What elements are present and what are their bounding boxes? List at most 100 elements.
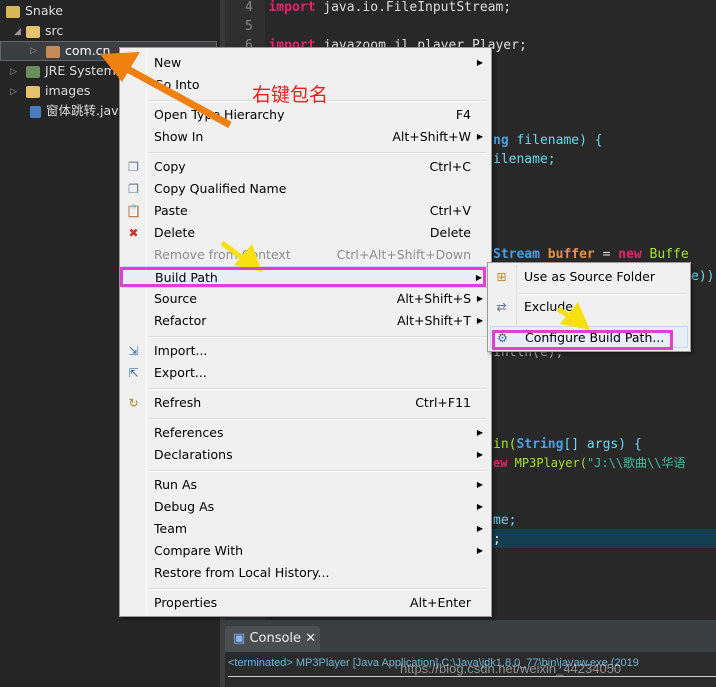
menu-item-paste[interactable]: 📋 Paste Ctrl+V <box>122 200 489 222</box>
package-icon <box>46 45 60 58</box>
menu-label: Restore from Local History... <box>154 565 330 580</box>
close-icon[interactable]: ✕ <box>305 631 316 646</box>
delete-icon: ✖ <box>128 226 139 240</box>
copy-icon: ❐ <box>128 160 139 174</box>
menu-label: Open Type Hierarchy <box>154 107 285 122</box>
code-line: 5 <box>245 19 253 34</box>
tree-label: 窗体跳转.java <box>46 103 127 118</box>
menu-shortcut: Ctrl+Alt+Shift+Down <box>336 247 471 262</box>
menu-label: Compare With <box>154 543 244 558</box>
menu-item-new[interactable]: New ▶ <box>122 52 489 74</box>
tree-item-src[interactable]: src <box>26 21 63 41</box>
menu-shortcut: Ctrl+V <box>429 203 471 218</box>
menu-shortcut: Alt+Shift+T <box>397 313 471 328</box>
menu-item-import[interactable]: ⇲ Import... <box>122 340 489 362</box>
menu-separator <box>518 293 686 295</box>
source-folder-icon <box>26 25 40 38</box>
menu-label: Refresh <box>154 395 202 410</box>
tree-item-snake[interactable]: Snake <box>6 1 63 21</box>
menu-item-properties[interactable]: Properties Alt+Enter <box>122 592 489 614</box>
collapsed-arrow-icon[interactable]: ▷ <box>30 46 37 56</box>
folder-icon <box>26 85 40 98</box>
menu-label: Refactor <box>154 313 207 328</box>
console-icon: ▣ <box>233 631 246 646</box>
menu-item-references[interactable]: References ▶ <box>122 422 489 444</box>
submenu-arrow-icon: ▶ <box>476 502 483 511</box>
menu-item-remove-from-context[interactable]: Remove from Context Ctrl+Alt+Shift+Down <box>122 244 489 266</box>
tree-label: images <box>45 83 91 98</box>
menu-label: Remove from Context <box>154 247 291 262</box>
menu-label: Source <box>154 291 197 306</box>
menu-separator <box>148 152 487 154</box>
refresh-icon: ↻ <box>128 396 139 410</box>
menu-label: Import... <box>154 343 208 358</box>
menu-label: New <box>154 55 182 70</box>
menu-item-restore-from-local-history[interactable]: Restore from Local History... <box>122 562 489 584</box>
menu-separator <box>148 336 487 338</box>
menu-item-run-as[interactable]: Run As ▶ <box>122 474 489 496</box>
code-fragment: ilename; <box>493 152 556 167</box>
menu-label: References <box>154 425 224 440</box>
menu-item-delete[interactable]: ✖ Delete Delete <box>122 222 489 244</box>
menu-label: Run As <box>154 477 198 492</box>
code-fragment: ; <box>493 532 501 547</box>
menu-label: Exclude <box>524 299 573 314</box>
menu-label: Properties <box>154 595 218 610</box>
tree-item-java-file[interactable]: 窗体跳转.java <box>30 101 126 121</box>
menu-item-declarations[interactable]: Declarations ▶ <box>122 444 489 466</box>
tree-item-images[interactable]: images <box>26 81 90 101</box>
menu-label: Show In <box>154 129 204 144</box>
submenu-item-use-as-source-folder[interactable]: ⊞ Use as Source Folder <box>490 266 688 288</box>
submenu-arrow-icon: ▶ <box>476 480 483 489</box>
code-fragment: ng filename) { <box>493 133 603 148</box>
submenu-arrow-icon: ▶ <box>476 132 483 141</box>
menu-item-open-type-hierarchy[interactable]: Open Type Hierarchy F4 <box>122 104 489 126</box>
menu-item-source[interactable]: Source Alt+Shift+S ▶ <box>122 288 489 310</box>
menu-label: Delete <box>154 225 196 240</box>
submenu-arrow-icon: ▶ <box>476 450 483 459</box>
submenu-arrow-icon: ▶ <box>476 546 483 555</box>
export-icon: ⇱ <box>128 366 139 380</box>
collapsed-arrow-icon[interactable]: ▷ <box>10 67 17 77</box>
submenu-arrow-icon: ▶ <box>476 316 483 325</box>
menu-shortcut: Delete <box>429 225 471 240</box>
submenu-arrow-icon: ▶ <box>476 428 483 437</box>
copy-qualified-icon: ❐ <box>128 182 139 196</box>
expanded-arrow-icon[interactable]: ◢ <box>14 27 21 37</box>
menu-label: Copy <box>154 159 186 174</box>
menu-separator <box>148 418 487 420</box>
menu-item-refresh[interactable]: ↻ Refresh Ctrl+F11 <box>122 392 489 414</box>
menu-item-copy-qualified-name[interactable]: ❐ Copy Qualified Name <box>122 178 489 200</box>
tree-label: src <box>45 23 64 38</box>
collapsed-arrow-icon[interactable]: ▷ <box>10 87 17 97</box>
menu-item-export[interactable]: ⇱ Export... <box>122 362 489 384</box>
source-folder-icon: ⊞ <box>496 270 507 284</box>
tree-item-com-cn[interactable]: com.cn <box>46 41 110 61</box>
console-view: ▣ Console ✕ <terminated> MP3Player [Java… <box>220 620 716 687</box>
submenu-arrow-icon: ▶ <box>476 294 483 303</box>
menu-item-debug-as[interactable]: Debug As ▶ <box>122 496 489 518</box>
highlight-box-build-path <box>120 267 486 287</box>
menu-label: Paste <box>154 203 188 218</box>
submenu-item-exclude[interactable]: ⇄ Exclude <box>490 296 688 318</box>
menu-label: Copy Qualified Name <box>154 181 287 196</box>
menu-item-copy[interactable]: ❐ Copy Ctrl+C <box>122 156 489 178</box>
annotation-note: 右键包名 <box>252 84 329 106</box>
menu-item-refactor[interactable]: Refactor Alt+Shift+T ▶ <box>122 310 489 332</box>
menu-item-show-in[interactable]: Show In Alt+Shift+W ▶ <box>122 126 489 148</box>
watermark: https://blog.csdn.net/weixin_44234050 <box>400 661 622 676</box>
menu-label: Team <box>154 521 188 536</box>
tab-console[interactable]: ▣ Console ✕ <box>225 626 320 652</box>
menu-label: Debug As <box>154 499 215 514</box>
menu-label: Export... <box>154 365 207 380</box>
tree-item-jre[interactable]: JRE System <box>26 61 116 81</box>
import-icon: ⇲ <box>128 344 139 358</box>
paste-icon: 📋 <box>126 204 141 218</box>
code-fragment: me; <box>493 513 517 528</box>
project-icon <box>6 5 20 18</box>
library-icon <box>26 65 40 78</box>
tree-label: com.cn <box>65 43 111 58</box>
menu-item-compare-with[interactable]: Compare With ▶ <box>122 540 489 562</box>
menu-label: Go Into <box>154 77 200 92</box>
menu-item-team[interactable]: Team ▶ <box>122 518 489 540</box>
